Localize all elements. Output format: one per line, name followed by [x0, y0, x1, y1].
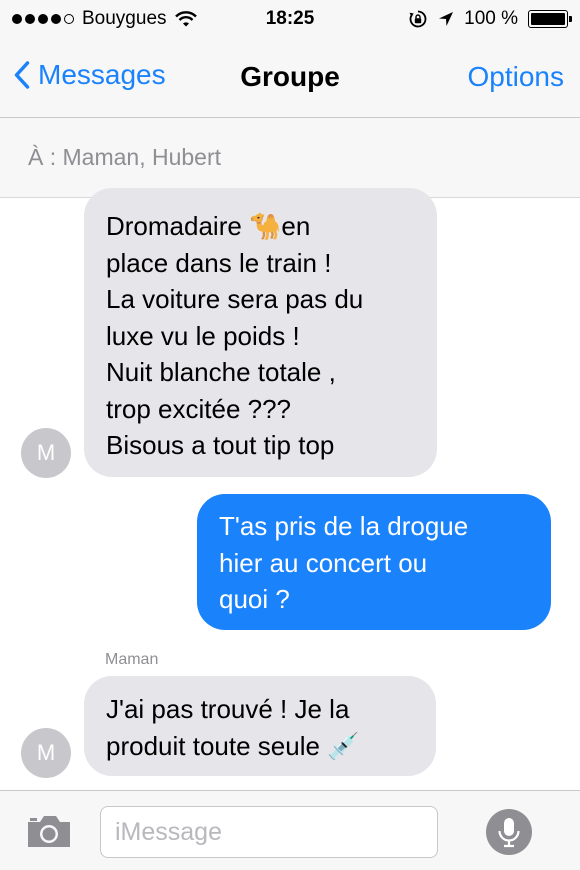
nav-bar: Messages Groupe Options [0, 40, 580, 118]
message-bubble-incoming[interactable]: J'ai pas trouvé ! Je la produit toute se… [84, 676, 436, 776]
options-button[interactable]: Options [468, 61, 565, 93]
avatar[interactable]: M [21, 728, 71, 778]
message-bubble-outgoing[interactable]: T'as pris de la drogue hier au concert o… [197, 494, 551, 630]
status-bar: Bouygues 18:25 100 % [0, 0, 580, 40]
camera-button[interactable] [25, 813, 73, 854]
location-arrow-icon [439, 12, 454, 26]
sender-name: Maman [105, 651, 159, 668]
avatar[interactable]: M [21, 428, 71, 478]
orientation-lock-icon [409, 10, 427, 28]
battery-fill [531, 13, 565, 25]
message-text: T'as pris de la drogue hier au concert o… [219, 511, 469, 614]
microphone-icon [498, 818, 520, 848]
recipients-bar: À : Maman, Hubert [0, 118, 580, 198]
microphone-button[interactable] [486, 809, 532, 855]
status-right: 100 % [408, 8, 572, 30]
battery-percent: 100 % [464, 8, 518, 29]
recipients-text[interactable]: À : Maman, Hubert [28, 144, 221, 171]
message-text: Dromadaire 🐪en place dans le train ! La … [106, 211, 364, 460]
message-bubble-incoming[interactable]: Dromadaire 🐪en place dans le train ! La … [84, 188, 437, 477]
input-bar [0, 790, 580, 870]
message-input[interactable] [100, 806, 438, 858]
recipients-names: Maman, Hubert [62, 144, 222, 170]
battery-icon [528, 10, 572, 28]
message-text: J'ai pas trouvé ! Je la produit toute se… [106, 694, 360, 761]
recipients-label: À : [28, 144, 57, 170]
camera-icon [28, 816, 70, 847]
